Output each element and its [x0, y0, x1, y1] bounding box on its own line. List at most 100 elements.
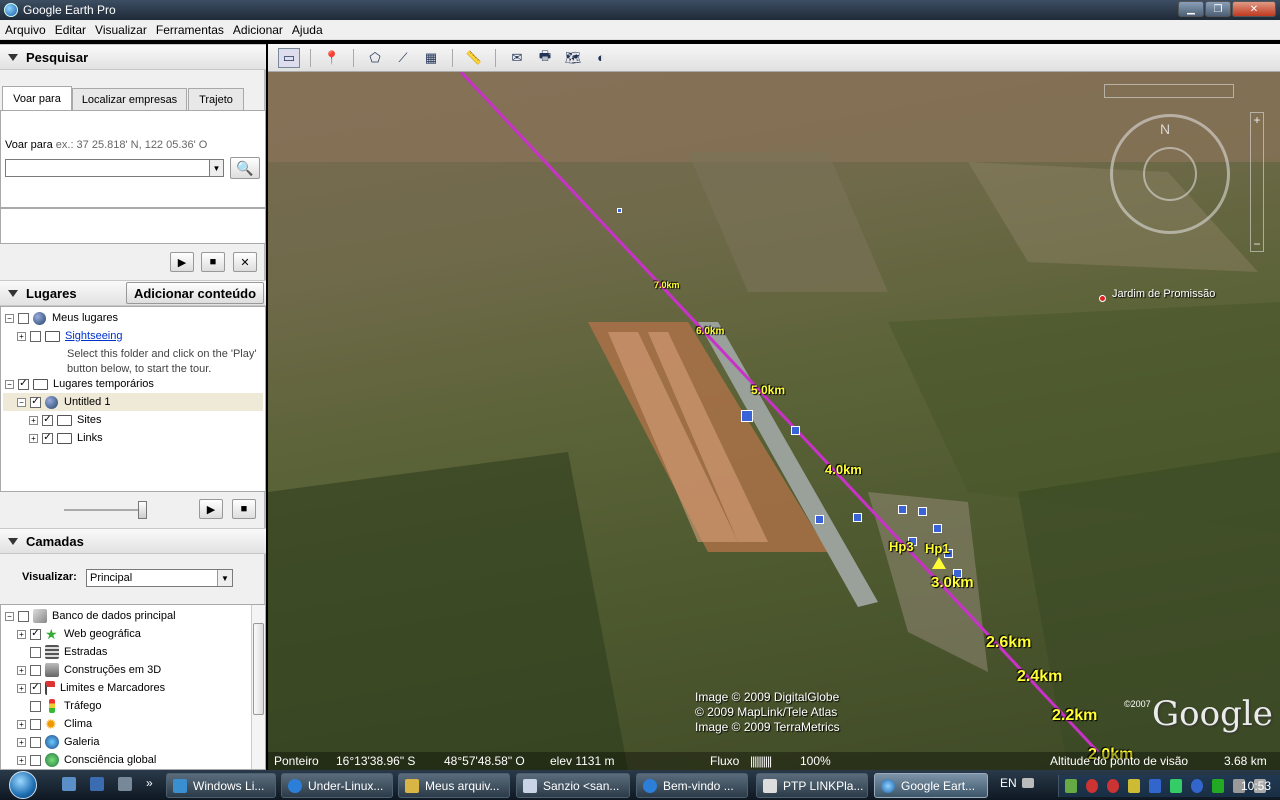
- checkbox[interactable]: [30, 736, 41, 748]
- menu-ferramentas[interactable]: Ferramentas: [151, 23, 228, 37]
- checkbox[interactable]: [18, 312, 29, 324]
- expand-icon[interactable]: +: [17, 755, 26, 765]
- site-marker[interactable]: [815, 515, 824, 524]
- checkbox[interactable]: [30, 754, 41, 766]
- place-label[interactable]: Jardim de Promissão: [1112, 288, 1215, 300]
- collapse-triangle-icon[interactable]: [8, 53, 18, 61]
- search-panel-header[interactable]: Pesquisar: [0, 44, 266, 70]
- checkbox[interactable]: [30, 718, 41, 730]
- tray-icon[interactable]: [1212, 779, 1224, 793]
- tray-icon[interactable]: [1065, 779, 1077, 793]
- switch-windows-icon[interactable]: [90, 777, 104, 791]
- zoom-slider[interactable]: + −: [1250, 112, 1264, 252]
- heliport-triangle-icon[interactable]: [932, 557, 946, 569]
- checkbox[interactable]: ✓: [30, 628, 41, 640]
- clock[interactable]: 10:53: [1241, 779, 1271, 793]
- clear-button[interactable]: ✕: [233, 252, 257, 272]
- tab-fly-to[interactable]: Voar para: [2, 86, 72, 110]
- stop-button[interactable]: ■: [201, 252, 225, 272]
- chevron-down-icon[interactable]: ▼: [217, 570, 232, 586]
- expand-icon[interactable]: +: [17, 665, 26, 675]
- checkbox[interactable]: ✓: [30, 682, 41, 694]
- checkbox[interactable]: [30, 700, 41, 712]
- show-desktop-icon[interactable]: [62, 777, 76, 791]
- fly-to-input[interactable]: [5, 159, 211, 177]
- tab-directions[interactable]: Trajeto: [188, 88, 244, 110]
- collapse-icon[interactable]: −: [17, 397, 26, 407]
- tour-stop-button[interactable]: ■: [232, 499, 256, 519]
- navigation-ring[interactable]: N: [1110, 114, 1230, 234]
- expand-icon[interactable]: +: [17, 331, 26, 341]
- taskbar-item-active[interactable]: Google Eart...: [874, 773, 988, 798]
- layer-row[interactable]: Estradas: [30, 643, 107, 661]
- place-marker-icon[interactable]: [1099, 295, 1106, 302]
- checkbox[interactable]: ✓: [30, 396, 41, 408]
- menu-visualizar[interactable]: Visualizar: [90, 23, 151, 37]
- layer-row[interactable]: Tráfego: [30, 697, 102, 715]
- layer-row[interactable]: + ✓ ★ Web geográfica: [17, 625, 141, 643]
- search-button[interactable]: 🔍: [230, 157, 260, 179]
- play-button[interactable]: ▶: [170, 252, 194, 272]
- maximize-button[interactable]: ❐: [1205, 1, 1231, 17]
- image-overlay-icon[interactable]: ▦: [420, 48, 442, 68]
- layer-row[interactable]: + Consciência global: [17, 751, 156, 769]
- layer-row[interactable]: + ✹ Clima: [17, 715, 92, 733]
- site-marker[interactable]: [791, 426, 800, 435]
- zoom-in-icon[interactable]: +: [1251, 113, 1263, 127]
- add-content-button[interactable]: Adicionar conteúdo: [126, 282, 264, 304]
- collapse-icon[interactable]: −: [5, 313, 14, 323]
- polygon-icon[interactable]: ⬠: [364, 48, 386, 68]
- tab-find-businesses[interactable]: Localizar empresas: [72, 88, 187, 110]
- tree-row-untitled[interactable]: − ✓ Untitled 1: [17, 393, 110, 411]
- tree-row-links[interactable]: + ✓ Links: [29, 429, 103, 447]
- layer-row[interactable]: + ✓ Limites e Marcadores: [17, 679, 165, 697]
- tour-play-button[interactable]: ▶: [199, 499, 223, 519]
- taskbar-item[interactable]: Sanzio <san...: [516, 773, 630, 798]
- minimize-button[interactable]: ▁: [1178, 1, 1204, 17]
- layer-row[interactable]: − Banco de dados principal: [5, 607, 176, 625]
- tray-icon[interactable]: [1128, 779, 1140, 793]
- tray-icon[interactable]: [1170, 779, 1182, 793]
- scrollbar-thumb[interactable]: [253, 623, 264, 715]
- layers-panel-header[interactable]: Camadas: [0, 528, 266, 554]
- start-button[interactable]: [0, 770, 46, 800]
- tour-slider-thumb[interactable]: [138, 501, 147, 519]
- tree-label-link[interactable]: Sightseeing: [65, 330, 123, 342]
- placemark-icon[interactable]: 📍: [321, 48, 343, 68]
- site-marker[interactable]: [898, 505, 907, 514]
- layer-row[interactable]: + Construções em 3D: [17, 661, 161, 679]
- taskbar-item[interactable]: Meus arquiv...: [398, 773, 510, 798]
- expand-icon[interactable]: +: [17, 719, 26, 729]
- chevron-right-icon[interactable]: »: [146, 776, 153, 790]
- path-icon[interactable]: ⟋: [392, 48, 414, 68]
- site-marker[interactable]: [933, 524, 942, 533]
- taskbar-item[interactable]: Windows Li...: [166, 773, 276, 798]
- site-marker[interactable]: [918, 507, 927, 516]
- fly-to-dropdown[interactable]: ▼: [209, 159, 224, 177]
- tilt-slider[interactable]: [1104, 84, 1234, 98]
- site-marker[interactable]: [853, 513, 862, 522]
- tree-row-temporary-places[interactable]: − ✓ Lugares temporários: [5, 375, 154, 393]
- checkbox[interactable]: ✓: [42, 432, 53, 444]
- menu-arquivo[interactable]: Arquivo: [0, 23, 50, 37]
- checkbox[interactable]: [30, 330, 41, 342]
- compass-north-icon[interactable]: N: [1160, 121, 1170, 137]
- tray-icon[interactable]: [1086, 779, 1098, 793]
- checkbox[interactable]: ✓: [18, 378, 29, 390]
- collapse-triangle-icon[interactable]: [8, 537, 18, 545]
- layer-row[interactable]: + Galeria: [17, 733, 99, 751]
- expand-icon[interactable]: +: [17, 683, 26, 693]
- site-marker[interactable]: [617, 208, 622, 213]
- keyboard-icon[interactable]: [1022, 778, 1034, 788]
- menu-adicionar[interactable]: Adicionar: [228, 23, 287, 37]
- expand-icon[interactable]: +: [29, 415, 38, 425]
- layers-view-select[interactable]: Principal ▼: [86, 569, 233, 587]
- checkbox[interactable]: [30, 664, 41, 676]
- expand-icon[interactable]: +: [17, 737, 26, 747]
- expand-icon[interactable]: +: [17, 629, 26, 639]
- tree-row-my-places[interactable]: − Meus lugares: [5, 309, 118, 327]
- google-maps-icon[interactable]: 🗺: [562, 48, 584, 68]
- tree-row-sightseeing[interactable]: + Sightseeing: [17, 327, 123, 345]
- taskbar-item[interactable]: Under-Linux...: [281, 773, 393, 798]
- checkbox[interactable]: [30, 646, 41, 658]
